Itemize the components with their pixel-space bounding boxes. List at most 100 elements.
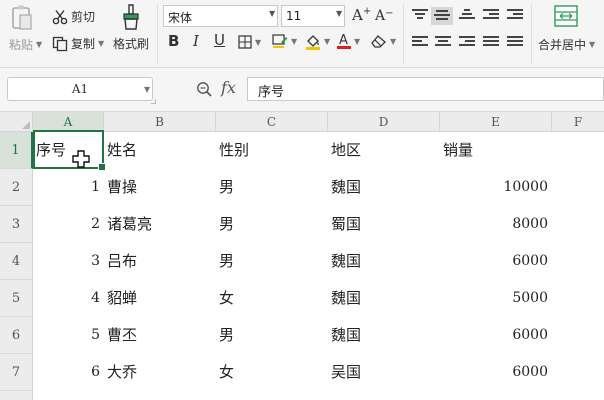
increase-indent-icon[interactable]	[507, 9, 523, 22]
cell-gender[interactable]: 男	[216, 317, 328, 354]
row-header-5[interactable]: 5	[0, 280, 33, 317]
italic-icon[interactable]: I	[193, 32, 199, 50]
select-all-corner[interactable]	[0, 112, 33, 132]
copy-button[interactable]: 复制 ▼	[52, 35, 104, 52]
header-cell-region[interactable]: 地区	[328, 132, 440, 169]
active-cell-selection[interactable]	[33, 130, 106, 171]
align-center-icon[interactable]	[435, 36, 451, 49]
cell-gender[interactable]: 男	[216, 169, 328, 206]
cell-name[interactable]: 曹操	[104, 169, 216, 206]
resize-handle[interactable]	[151, 99, 156, 104]
cell-region[interactable]: 魏国	[328, 317, 440, 354]
decrease-font-icon[interactable]: A−	[375, 8, 394, 24]
cell-gender[interactable]: 男	[216, 206, 328, 243]
header-cell-name[interactable]: 姓名	[104, 132, 216, 169]
paste-button[interactable]	[10, 4, 34, 32]
cell-sales[interactable]: 6000	[440, 354, 552, 391]
fill-color-dropdown-icon[interactable]: ▼	[324, 37, 330, 46]
column-header-c[interactable]: C	[216, 112, 328, 132]
font-color-dropdown-icon[interactable]: ▼	[354, 37, 360, 46]
paste-dropdown-icon[interactable]: ▼	[36, 40, 42, 49]
name-box[interactable]: A1	[7, 77, 153, 101]
border-button[interactable]: ▼	[238, 35, 261, 49]
cell-seq[interactable]: 4	[33, 280, 104, 317]
cell-name[interactable]: 吕布	[104, 243, 216, 280]
cell-sales[interactable]: 10000	[440, 169, 552, 206]
cell-name[interactable]: 貂蝉	[104, 280, 216, 317]
spreadsheet-grid: A B C D E F 1 2 3 4 5 6 7 序号 姓名 性别 地区 销量…	[0, 112, 604, 400]
column-header-e[interactable]: E	[440, 112, 552, 132]
cell-seq[interactable]: 3	[33, 243, 104, 280]
cell-region[interactable]: 吴国	[328, 354, 440, 391]
merge-center-dropdown-icon[interactable]: ▼	[589, 40, 595, 49]
row-header-3[interactable]: 3	[0, 206, 33, 243]
cell-seq[interactable]: 2	[33, 206, 104, 243]
cell-gender[interactable]: 男	[216, 243, 328, 280]
cell-sales[interactable]: 8000	[440, 206, 552, 243]
align-bottom-icon[interactable]	[459, 9, 475, 22]
cell-gender[interactable]: 女	[216, 280, 328, 317]
merge-center-icon-wrap[interactable]	[554, 5, 578, 27]
row-header-4[interactable]: 4	[0, 243, 33, 280]
border-dropdown-icon[interactable]: ▼	[255, 38, 261, 47]
format-painter-button[interactable]: 格式刷	[113, 35, 149, 52]
cell-name[interactable]: 曹丕	[104, 317, 216, 354]
font-size-dropdown-icon[interactable]: ▼	[336, 9, 342, 18]
column-header-d[interactable]: D	[328, 112, 440, 132]
font-name-select[interactable]: 宋体	[163, 5, 278, 27]
formula-input[interactable]: 序号	[247, 77, 604, 101]
cell-sales[interactable]: 6000	[440, 243, 552, 280]
cell-seq[interactable]: 5	[33, 317, 104, 354]
cross-cursor-icon	[72, 150, 90, 168]
cell-seq[interactable]: 6	[33, 354, 104, 391]
cell-name[interactable]: 大乔	[104, 354, 216, 391]
cell-sales[interactable]: 6000	[440, 317, 552, 354]
align-left-icon[interactable]	[412, 36, 428, 49]
clear-format-button[interactable]: ▼	[370, 34, 396, 48]
cell-sales[interactable]: 5000	[440, 280, 552, 317]
name-box-dropdown-icon[interactable]: ▼	[144, 85, 150, 94]
align-middle-icon[interactable]	[431, 7, 453, 25]
cell-gender[interactable]: 女	[216, 354, 328, 391]
header-cell-sales[interactable]: 销量	[440, 132, 552, 169]
ribbon-divider	[531, 4, 532, 64]
format-painter-icon-wrap[interactable]	[120, 3, 142, 31]
bold-icon[interactable]: B	[168, 32, 179, 50]
justify-icon[interactable]	[483, 36, 499, 49]
cell-region[interactable]: 魏国	[328, 243, 440, 280]
cell-seq[interactable]: 1	[33, 169, 104, 206]
copy-dropdown-icon[interactable]: ▼	[98, 39, 104, 48]
zoom-search-icon[interactable]	[196, 81, 212, 97]
fx-icon[interactable]: fx	[221, 78, 236, 97]
row-header-2[interactable]: 2	[0, 169, 33, 206]
clear-format-dropdown-icon[interactable]: ▼	[390, 37, 396, 46]
cell-region[interactable]: 魏国	[328, 169, 440, 206]
align-right-icon[interactable]	[459, 36, 475, 49]
font-color-icon: A	[337, 32, 351, 50]
row-header-1[interactable]: 1	[0, 132, 33, 169]
scissors-icon	[52, 9, 68, 25]
align-top-icon[interactable]	[412, 9, 428, 22]
font-name-dropdown-icon[interactable]: ▼	[269, 9, 275, 18]
row-header-6[interactable]: 6	[0, 317, 33, 354]
decrease-indent-icon[interactable]	[483, 9, 499, 22]
cell-region[interactable]: 魏国	[328, 280, 440, 317]
row-header-8[interactable]	[0, 391, 33, 400]
column-header-b[interactable]: B	[104, 112, 216, 132]
fill-color-button[interactable]: ▼	[305, 33, 330, 50]
cell-region[interactable]: 蜀国	[328, 206, 440, 243]
column-header-a[interactable]: A	[33, 112, 104, 132]
distribute-icon[interactable]	[507, 36, 523, 49]
font-color-button[interactable]: A ▼	[337, 32, 360, 50]
paste-label[interactable]: 粘贴 ▼	[9, 36, 42, 53]
row-header-7[interactable]: 7	[0, 354, 33, 391]
header-cell-gender[interactable]: 性别	[216, 132, 328, 169]
merge-center-button[interactable]: 合并居中 ▼	[538, 36, 595, 53]
cut-button[interactable]: 剪切	[52, 8, 95, 25]
increase-font-icon[interactable]: A+	[352, 6, 371, 24]
cell-style-dropdown-icon[interactable]: ▼	[291, 37, 297, 46]
underline-icon[interactable]: U	[214, 31, 225, 49]
cell-name[interactable]: 诸葛亮	[104, 206, 216, 243]
cell-style-button[interactable]: ▼	[272, 34, 297, 49]
column-header-f[interactable]: F	[552, 112, 604, 132]
